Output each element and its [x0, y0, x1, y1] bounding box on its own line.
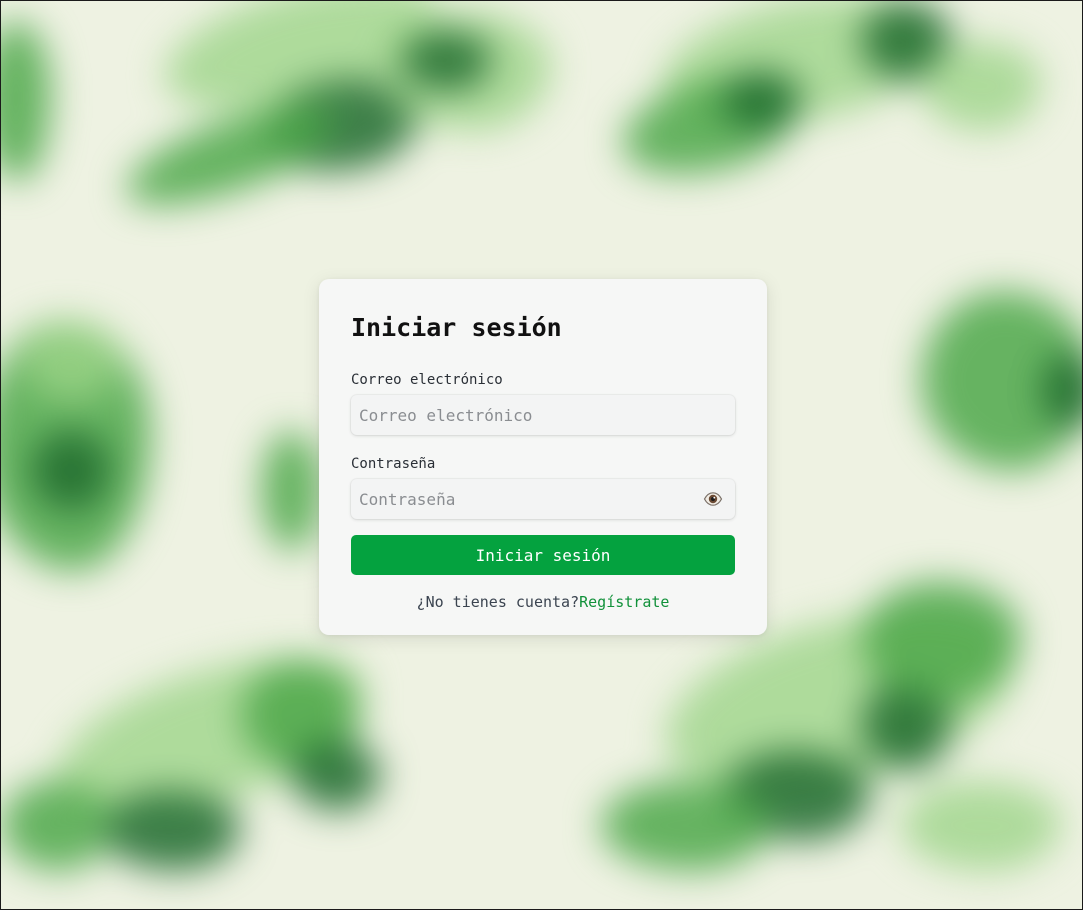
email-field-wrapper [351, 395, 735, 435]
password-field[interactable] [351, 479, 735, 519]
email-field[interactable] [351, 395, 735, 435]
register-link[interactable]: Regístrate [579, 593, 669, 611]
password-field-wrapper [351, 479, 735, 519]
no-account-text: ¿No tienes cuenta? [416, 593, 580, 611]
login-button[interactable]: Iniciar sesión [351, 535, 735, 575]
eye-icon[interactable] [703, 489, 723, 509]
page-title: Iniciar sesión [351, 313, 562, 342]
password-label: Contraseña [351, 456, 436, 472]
register-prompt: ¿No tienes cuenta?Regístrate [351, 593, 735, 611]
page-background: Iniciar sesión Correo electrónico Contra… [0, 0, 1083, 910]
login-card: Iniciar sesión Correo electrónico Contra… [319, 279, 767, 635]
email-label: Correo electrónico [351, 372, 503, 388]
